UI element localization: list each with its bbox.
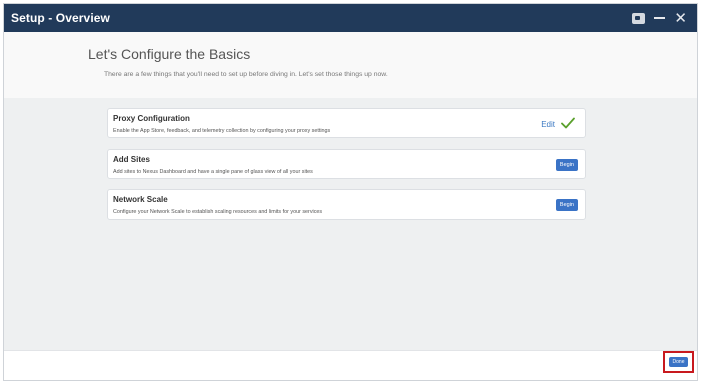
card-description: Configure your Network Scale to establis… <box>113 209 323 215</box>
close-icon[interactable]: ✕ <box>674 11 687 26</box>
minimize-icon[interactable] <box>654 17 666 19</box>
card-title: Proxy Configuration <box>113 114 190 123</box>
page-subtitle: There are a few things that you'll need … <box>104 71 388 78</box>
footer-bar <box>4 350 697 380</box>
proxy-configuration-card: Proxy Configuration Enable the App Store… <box>107 108 586 138</box>
page-title: Let's Configure the Basics <box>88 46 251 62</box>
network-scale-card: Network Scale Configure your Network Sca… <box>107 189 586 220</box>
title-bar: Setup - Overview ✕ <box>4 4 697 32</box>
check-icon <box>561 117 575 129</box>
card-description: Enable the App Store, feedback, and tele… <box>113 128 331 134</box>
window-title: Setup - Overview <box>11 11 110 25</box>
card-title: Add Sites <box>113 155 150 164</box>
begin-network-scale-button[interactable]: Begin <box>555 199 578 211</box>
edit-link[interactable]: Edit <box>541 120 555 129</box>
begin-add-sites-button[interactable]: Begin <box>555 159 578 171</box>
video-icon[interactable] <box>632 12 646 24</box>
add-sites-card: Add Sites Add sites to Nexus Dashboard a… <box>107 149 586 179</box>
page-header: Let's Configure the Basics There are a f… <box>4 32 697 98</box>
done-button[interactable]: Done <box>669 357 688 367</box>
card-description: Add sites to Nexus Dashboard and have a … <box>113 169 313 175</box>
card-title: Network Scale <box>113 195 168 204</box>
window-controls: ✕ <box>632 4 687 32</box>
